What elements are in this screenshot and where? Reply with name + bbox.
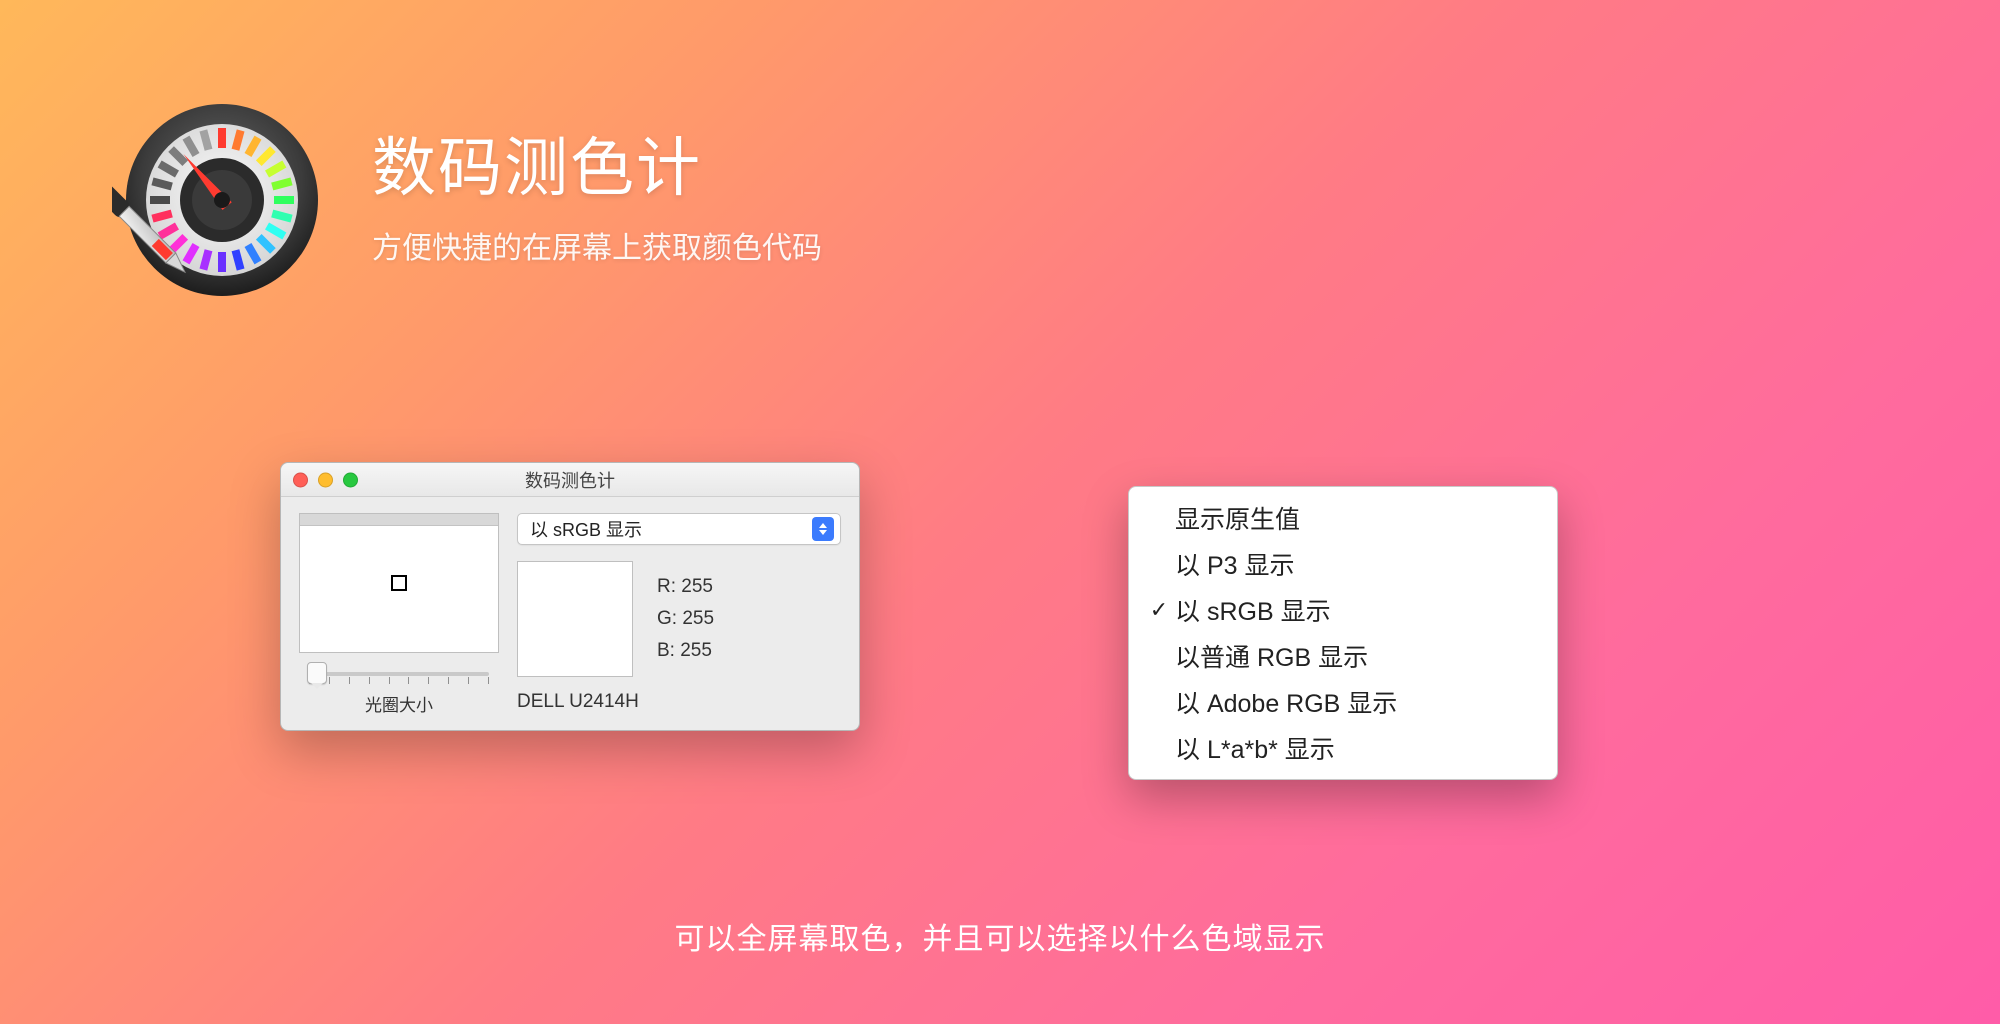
menu-item[interactable]: 以 P3 显示 [1129, 541, 1557, 587]
aperture-slider-label: 光圈大小 [365, 691, 433, 716]
menu-item-label: 以 L*a*b* 显示 [1175, 730, 1335, 766]
menu-item-label: 以 sRGB 显示 [1175, 592, 1331, 628]
caption-text: 可以全屏幕取色，并且可以选择以什么色域显示 [0, 914, 2000, 958]
b-value: 255 [680, 640, 712, 661]
rgb-readout: R: 255 G: 255 B: 255 [657, 561, 714, 677]
close-button[interactable] [293, 472, 308, 487]
b-label: B: [657, 640, 675, 661]
r-value: 255 [681, 576, 713, 597]
g-value: 255 [682, 608, 714, 629]
window-title: 数码测色计 [525, 467, 615, 493]
minimize-button[interactable] [318, 472, 333, 487]
menu-item-label: 以 Adobe RGB 显示 [1175, 684, 1397, 720]
menu-item-label: 显示原生值 [1175, 500, 1300, 536]
app-title: 数码测色计 [372, 117, 822, 209]
dropdown-selected-label: 以 sRGB 显示 [530, 516, 812, 542]
window-titlebar[interactable]: 数码测色计 [281, 463, 859, 497]
color-space-dropdown[interactable]: 以 sRGB 显示 [517, 513, 841, 545]
menu-item[interactable]: ✓以 sRGB 显示 [1129, 587, 1557, 633]
menu-item-label: 以普通 RGB 显示 [1175, 638, 1368, 674]
g-label: G: [657, 608, 677, 629]
maximize-button[interactable] [343, 472, 358, 487]
color-swatch [517, 561, 633, 677]
r-label: R: [657, 576, 676, 597]
menu-item[interactable]: 以 L*a*b* 显示 [1129, 725, 1557, 771]
menu-item-label: 以 P3 显示 [1175, 546, 1294, 582]
app-subtitle: 方便快捷的在屏幕上获取颜色代码 [372, 223, 822, 267]
color-meter-window: 数码测色计 光圈大小 以 sRGB 显示 [280, 462, 860, 731]
menu-item[interactable]: 以普通 RGB 显示 [1129, 633, 1557, 679]
menu-item[interactable]: 以 Adobe RGB 显示 [1129, 679, 1557, 725]
magnifier-preview [299, 513, 499, 653]
header: 数码测色计 方便快捷的在屏幕上获取颜色代码 [112, 82, 822, 302]
aperture-indicator-icon [391, 575, 407, 591]
aperture-slider[interactable] [309, 663, 489, 685]
color-space-menu: 显示原生值以 P3 显示✓以 sRGB 显示以普通 RGB 显示以 Adobe … [1128, 486, 1558, 780]
traffic-lights [293, 472, 358, 487]
menu-item[interactable]: 显示原生值 [1129, 495, 1557, 541]
app-icon [112, 82, 332, 302]
updown-arrows-icon [812, 517, 834, 541]
display-name: DELL U2414H [517, 691, 841, 713]
slider-thumb-icon[interactable] [307, 662, 327, 684]
checkmark-icon: ✓ [1143, 597, 1175, 623]
